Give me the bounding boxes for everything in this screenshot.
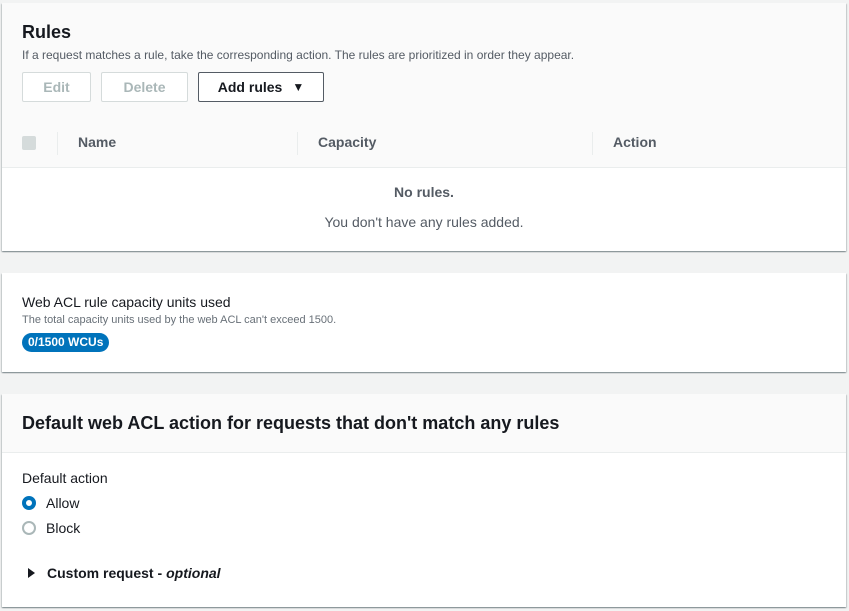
- custom-request-optional: optional: [166, 565, 221, 581]
- column-divider: [57, 132, 58, 155]
- radio-block-control[interactable]: [22, 521, 36, 535]
- custom-request-expander[interactable]: Custom request - optional: [28, 565, 221, 581]
- wcu-description: The total capacity units used by the web…: [22, 314, 337, 326]
- column-header-capacity[interactable]: Capacity: [318, 134, 376, 150]
- rules-table-header: Name Capacity Action: [2, 120, 846, 168]
- radio-block[interactable]: Block: [22, 520, 80, 536]
- caret-right-icon: [28, 568, 35, 578]
- column-header-name[interactable]: Name: [78, 134, 116, 150]
- radio-allow[interactable]: Allow: [22, 495, 79, 511]
- rules-header: Rules If a request matches a rule, take …: [2, 3, 846, 121]
- delete-button[interactable]: Delete: [101, 72, 188, 102]
- edit-button[interactable]: Edit: [22, 72, 91, 102]
- empty-state-title: No rules.: [394, 184, 454, 200]
- rules-description: If a request matches a rule, take the co…: [22, 48, 575, 62]
- default-action-title: Default web ACL action for requests that…: [22, 413, 560, 433]
- column-header-action[interactable]: Action: [613, 134, 657, 150]
- radio-allow-label: Allow: [46, 495, 80, 511]
- wcu-badge: 0/1500 WCUs: [22, 333, 110, 352]
- add-rules-button[interactable]: Add rules ▼: [198, 72, 324, 102]
- radio-allow-control[interactable]: [22, 496, 36, 510]
- wcu-panel: Web ACL rule capacity units used The tot…: [2, 273, 846, 372]
- wcu-title: Web ACL rule capacity units used: [22, 294, 231, 310]
- caret-down-icon: ▼: [292, 80, 305, 94]
- empty-state-description: You don't have any rules added.: [324, 214, 524, 230]
- radio-block-label: Block: [46, 520, 81, 536]
- default-action-header: Default web ACL action for requests that…: [2, 394, 846, 453]
- rules-panel: Rules If a request matches a rule, take …: [2, 3, 846, 251]
- add-rules-label: Add rules: [217, 79, 283, 95]
- default-action-label: Default action: [22, 470, 108, 486]
- column-divider: [297, 132, 298, 155]
- rules-title: Rules: [22, 22, 72, 42]
- default-action-panel: Default web ACL action for requests that…: [2, 394, 846, 607]
- custom-request-label: Custom request -: [47, 565, 163, 581]
- column-divider: [592, 132, 593, 155]
- select-all-checkbox[interactable]: [22, 136, 36, 150]
